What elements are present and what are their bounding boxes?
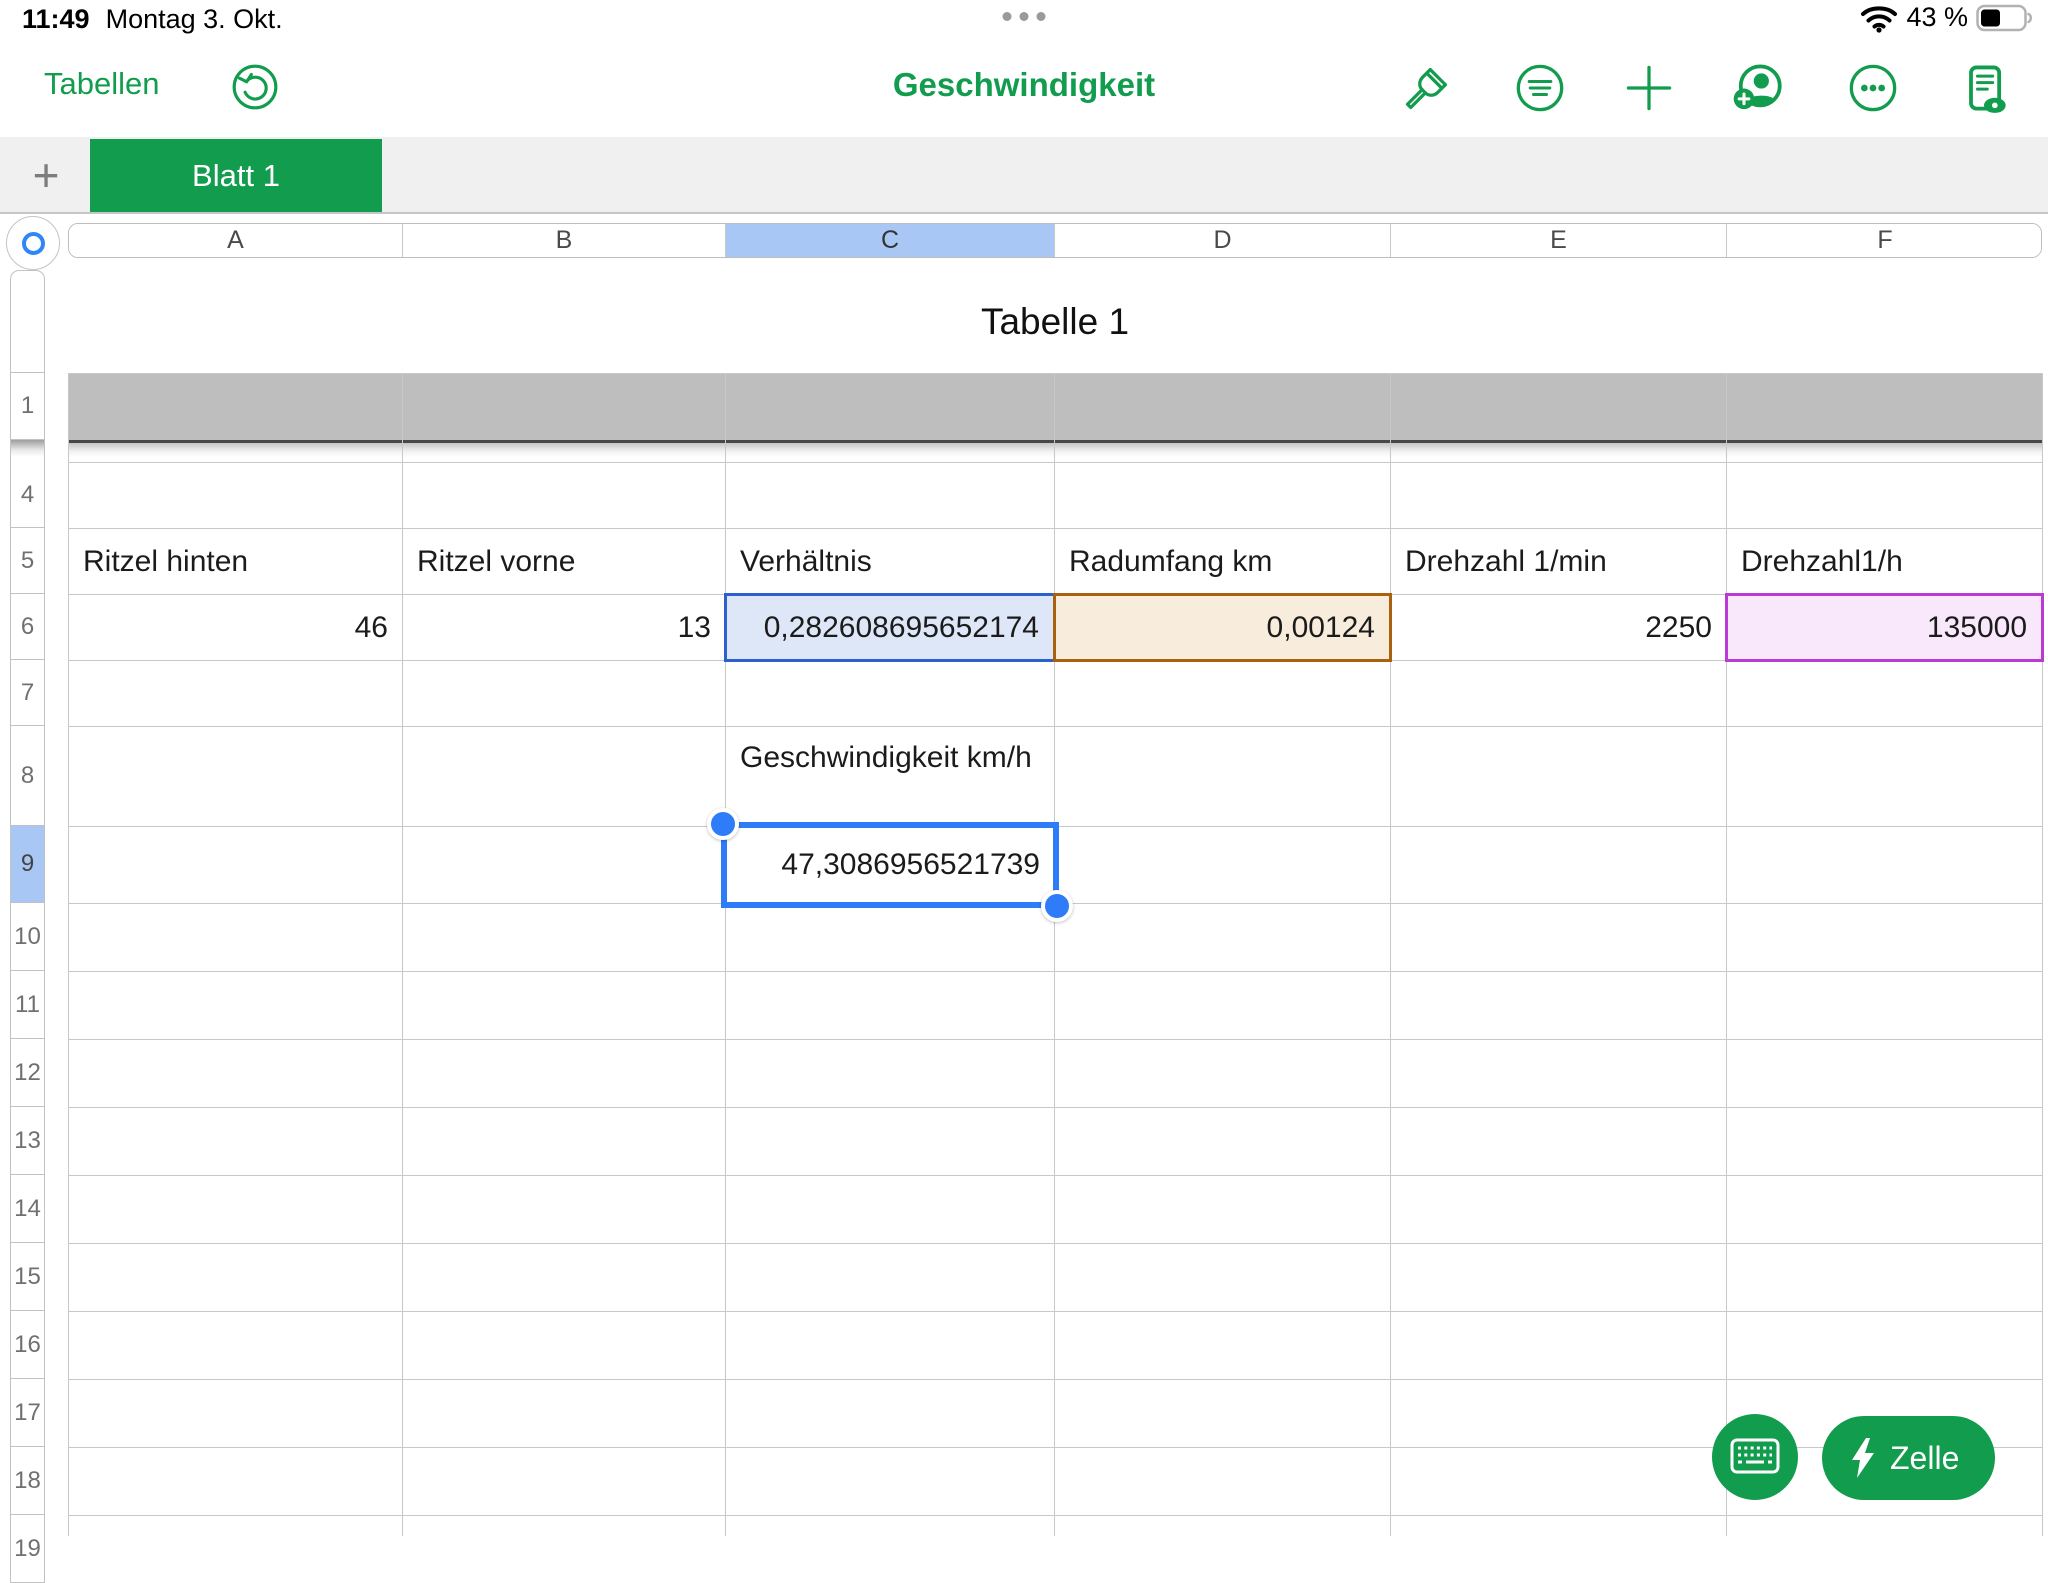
- add-icon[interactable]: [1623, 62, 1675, 114]
- status-date: Montag 3. Okt.: [106, 4, 283, 34]
- status-bar: 11:49 Montag 3. Okt. 43 %: [0, 0, 2048, 40]
- row-header-11[interactable]: 11: [10, 971, 45, 1039]
- table-header-bottom-border: [68, 440, 2042, 443]
- status-indicators: 43 %: [1860, 2, 2034, 33]
- cell-B6[interactable]: 13: [403, 595, 725, 660]
- row-header-18[interactable]: 18: [10, 1447, 45, 1515]
- grid-line: [68, 1039, 2042, 1040]
- grid-line: [68, 826, 2042, 827]
- battery-icon: [1976, 3, 2034, 33]
- row-header-16[interactable]: 16: [10, 1311, 45, 1379]
- grid-line: [68, 1243, 2042, 1244]
- grid-line: [68, 1311, 2042, 1312]
- grid-line: [68, 1379, 2042, 1380]
- row-header-5[interactable]: 5: [10, 528, 45, 594]
- grid-line: [68, 462, 2042, 463]
- column-header-D[interactable]: D: [1055, 224, 1391, 257]
- cell-action-label: Zelle: [1890, 1440, 1959, 1477]
- grid-line: [68, 1107, 2042, 1108]
- status-datetime: 11:49 Montag 3. Okt.: [22, 4, 283, 35]
- cell-D5[interactable]: Radumfang km: [1055, 529, 1390, 594]
- row-header-title-band: [10, 270, 45, 373]
- column-header-B[interactable]: B: [403, 224, 726, 257]
- column-header-bar: ABCDEF: [68, 223, 2042, 258]
- cell-A6[interactable]: 46: [69, 595, 402, 660]
- status-time: 11:49: [22, 4, 90, 34]
- wifi-icon: [1860, 3, 1898, 33]
- row-header-8[interactable]: 8: [10, 726, 45, 826]
- table-select-handle[interactable]: [6, 216, 60, 270]
- battery-percent: 43 %: [1906, 2, 1968, 33]
- row-header-12[interactable]: 12: [10, 1039, 45, 1107]
- grid-line: [68, 1515, 2042, 1516]
- cell-F6[interactable]: 135000: [1725, 593, 2044, 662]
- grid-line: [68, 373, 2042, 374]
- column-header-F[interactable]: F: [1727, 224, 2042, 257]
- row-header-17[interactable]: 17: [10, 1379, 45, 1447]
- row-header-hidden-band: [10, 440, 45, 462]
- text-style-icon[interactable]: [1514, 62, 1566, 114]
- row-header-7[interactable]: 7: [10, 660, 45, 726]
- cell-A5[interactable]: Ritzel hinten: [69, 529, 402, 594]
- hidden-rows-band: [68, 443, 2042, 462]
- cell-E5[interactable]: Drehzahl 1/min: [1391, 529, 1726, 594]
- row-header-6[interactable]: 6: [10, 594, 45, 660]
- view-options-icon[interactable]: [1958, 62, 2010, 114]
- row-header-14[interactable]: 14: [10, 1175, 45, 1243]
- row-header-10[interactable]: 10: [10, 903, 45, 971]
- column-header-A[interactable]: A: [69, 224, 403, 257]
- selection-handle-top-left[interactable]: [707, 808, 739, 840]
- lightning-icon: [1850, 1437, 1876, 1479]
- cell-F5[interactable]: Drehzahl1/h: [1727, 529, 2042, 594]
- table-header-row-1: [68, 373, 2042, 440]
- cell-C8[interactable]: Geschwindigkeit km/h: [726, 727, 1054, 826]
- row-header-13[interactable]: 13: [10, 1107, 45, 1175]
- row-header-9[interactable]: 9: [10, 826, 45, 903]
- selection-handle-bottom-right[interactable]: [1041, 890, 1073, 922]
- column-header-E[interactable]: E: [1391, 224, 1727, 257]
- collaborate-icon[interactable]: [1731, 62, 1783, 114]
- multitasking-dots-icon: [1003, 12, 1046, 21]
- format-brush-icon[interactable]: [1401, 62, 1453, 114]
- keyboard-button[interactable]: [1712, 1414, 1798, 1500]
- cell-B5[interactable]: Ritzel vorne: [403, 529, 725, 594]
- sheet-tab-blatt-1[interactable]: Blatt 1: [90, 139, 382, 212]
- table-select-ring-icon: [22, 232, 45, 255]
- cell-D6[interactable]: 0,00124: [1053, 593, 1392, 662]
- add-sheet-button[interactable]: +: [24, 143, 68, 207]
- row-header-1[interactable]: 1: [10, 373, 45, 440]
- row-header-19[interactable]: 19: [10, 1515, 45, 1583]
- table-title[interactable]: Tabelle 1: [68, 270, 2042, 373]
- grid-line: [68, 1175, 2042, 1176]
- sheet-tab-bar: + Blatt 1: [0, 137, 2048, 214]
- column-header-C[interactable]: C: [726, 224, 1055, 257]
- cell-C6[interactable]: 0,282608695652174: [724, 593, 1056, 662]
- grid-line: [68, 971, 2042, 972]
- row-header-4[interactable]: 4: [10, 462, 45, 528]
- cell-C5[interactable]: Verhältnis: [726, 529, 1054, 594]
- cell-E6[interactable]: 2250: [1391, 595, 1726, 660]
- grid-line: [2042, 373, 2043, 1536]
- grid-line: [68, 726, 2042, 727]
- more-icon[interactable]: [1847, 62, 1899, 114]
- cell-action-button[interactable]: Zelle: [1822, 1416, 1995, 1500]
- toolbar: Tabellen Geschwindigkeit: [0, 40, 2048, 137]
- keyboard-icon: [1729, 1437, 1781, 1477]
- row-number-strip: 145678910111213141516171819: [10, 270, 45, 1536]
- cell-C9[interactable]: 47,3086956521739: [726, 827, 1054, 903]
- row-header-15[interactable]: 15: [10, 1243, 45, 1311]
